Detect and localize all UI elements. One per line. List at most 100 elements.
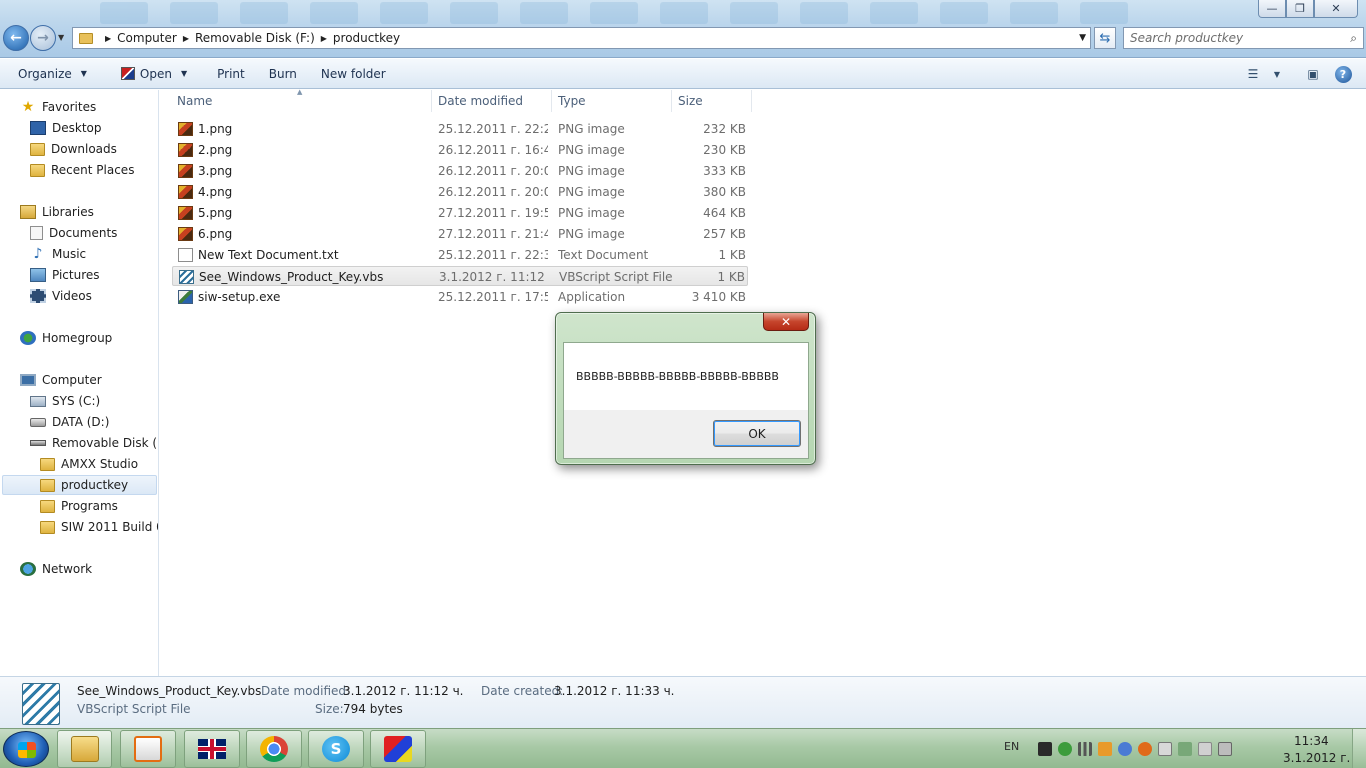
nav-productkey[interactable]: productkey xyxy=(2,475,157,495)
nav-homegroup[interactable]: Homegroup xyxy=(20,328,112,348)
nav-amxx-studio[interactable]: AMXX Studio xyxy=(40,454,138,474)
recent-places-icon xyxy=(30,163,45,177)
file-row[interactable]: 2.png 26.12.2011 г. 16:40... PNG image 230 … xyxy=(172,140,748,160)
dialog-close-button[interactable]: ✕ xyxy=(763,313,809,331)
nav-videos[interactable]: Videos xyxy=(30,286,92,306)
film-strip-icon xyxy=(30,289,46,303)
taskbar-language-app[interactable] xyxy=(184,730,240,768)
nav-computer[interactable]: Computer xyxy=(20,370,102,390)
speed-tray-icon[interactable] xyxy=(1118,742,1132,756)
file-size: 333 KB xyxy=(703,164,746,178)
view-options-dropdown[interactable]: ▼ xyxy=(1268,59,1286,89)
view-tools: ☰ ▼ ▣ ? xyxy=(1238,59,1366,89)
recent-pages-dropdown[interactable]: ▼ xyxy=(58,33,64,42)
nav-music[interactable]: ♪ Music xyxy=(30,244,87,264)
column-name[interactable]: Name xyxy=(160,90,432,112)
preview-pane-button[interactable]: ▣ xyxy=(1298,59,1328,89)
nav-downloads[interactable]: Downloads xyxy=(30,139,117,159)
show-desktop-button[interactable] xyxy=(1352,729,1366,768)
organize-menu[interactable]: Organize ▼ xyxy=(0,59,99,89)
security-check-icon[interactable] xyxy=(1058,742,1072,756)
taskbar-skype[interactable]: S xyxy=(308,730,364,768)
details-modified-value[interactable]: 3.1.2012 г. 11:12 ч. xyxy=(343,684,464,698)
taskbar-explorer[interactable] xyxy=(57,730,112,768)
maximize-button[interactable]: ❐ xyxy=(1286,0,1314,18)
search-input[interactable]: Search productkey ⌕ xyxy=(1123,27,1364,49)
signal-bars-icon[interactable] xyxy=(1078,742,1092,756)
details-filename: See_Windows_Product_Key.vbs xyxy=(77,684,262,698)
new-folder-button[interactable]: New folder xyxy=(309,59,398,89)
column-type[interactable]: Type xyxy=(552,90,672,112)
taskbar-app[interactable] xyxy=(370,730,426,768)
file-row[interactable]: siw-setup.exe 25.12.2011 г. 17:58... Appli… xyxy=(172,287,748,307)
search-icon[interactable]: ⌕ xyxy=(1350,31,1357,46)
refresh-button[interactable]: ⇆ xyxy=(1094,27,1116,49)
file-name: 4.png xyxy=(198,185,233,199)
nav-label: Programs xyxy=(61,499,118,513)
vbs-script-icon xyxy=(22,683,60,725)
start-button[interactable] xyxy=(3,731,49,767)
file-row[interactable]: 3.png 26.12.2011 г. 20:00... PNG image 333 … xyxy=(172,161,748,181)
nav-removable-disk[interactable]: Removable Disk (F:) xyxy=(30,433,158,453)
back-button[interactable]: ← xyxy=(3,25,29,51)
clock-time[interactable]: 11:34 xyxy=(1294,734,1329,748)
nav-label: Recent Places xyxy=(51,163,135,177)
breadcrumb-removable-disk[interactable]: Removable Disk (F:) xyxy=(195,31,315,45)
nav-programs[interactable]: Programs xyxy=(40,496,118,516)
address-bar[interactable]: ▶ Computer ▶ Removable Disk (F:) ▶ produ… xyxy=(72,27,1091,49)
desktop-icon xyxy=(30,121,46,135)
file-name: New Text Document.txt xyxy=(198,248,339,262)
windows-logo-icon xyxy=(18,742,36,758)
nav-siw-2011[interactable]: SIW 2011 Build 070 xyxy=(40,517,158,537)
file-row[interactable]: 4.png 26.12.2011 г. 20:00... PNG image 380 … xyxy=(172,182,748,202)
file-row[interactable]: 6.png 27.12.2011 г. 21:40... PNG image 257 … xyxy=(172,224,748,244)
nav-favorites[interactable]: ★ Favorites xyxy=(20,97,97,117)
forward-button[interactable]: → xyxy=(30,25,56,51)
clock-date[interactable]: 3.1.2012 г. xyxy=(1283,751,1350,765)
file-row-selected[interactable]: See_Windows_Product_Key.vbs 3.1.2012 г. 1… xyxy=(172,266,748,286)
minimize-button[interactable]: — xyxy=(1258,0,1286,18)
column-size[interactable]: Size xyxy=(672,90,752,112)
libraries-icon xyxy=(20,205,36,219)
chevron-right-icon[interactable]: ▶ xyxy=(105,34,111,43)
nav-desktop[interactable]: Desktop xyxy=(30,118,102,138)
breadcrumb-computer[interactable]: Computer xyxy=(117,31,177,45)
file-size: 1 KB xyxy=(717,270,745,284)
change-view-button[interactable]: ☰ xyxy=(1238,59,1268,89)
file-row[interactable]: 1.png 25.12.2011 г. 22:20... PNG image 232 … xyxy=(172,119,748,139)
firefox-tray-icon[interactable] xyxy=(1138,742,1152,756)
nav-pictures[interactable]: Pictures xyxy=(30,265,100,285)
chevron-right-icon[interactable]: ▶ xyxy=(321,34,327,43)
file-row[interactable]: New Text Document.txt 25.12.2011 г. 22:31… xyxy=(172,245,748,265)
taskbar-chrome[interactable] xyxy=(246,730,302,768)
nav-recent-places[interactable]: Recent Places xyxy=(30,160,134,180)
details-created-value[interactable]: 3.1.2012 г. 11:33 ч. xyxy=(554,684,675,698)
file-type: PNG image xyxy=(558,227,625,241)
nav-sys-drive[interactable]: SYS (C:) xyxy=(30,391,100,411)
breadcrumb-productkey[interactable]: productkey xyxy=(333,31,400,45)
language-indicator[interactable]: EN xyxy=(1004,740,1019,753)
monitor-tray-icon[interactable] xyxy=(1038,742,1052,756)
chevron-right-icon[interactable]: ▶ xyxy=(183,34,189,43)
nav-data-drive[interactable]: DATA (D:) xyxy=(30,412,109,432)
nav-documents[interactable]: Documents xyxy=(30,223,117,243)
nav-libraries[interactable]: Libraries xyxy=(20,202,94,222)
wireless-tray-icon[interactable] xyxy=(1178,742,1192,756)
power-icon[interactable] xyxy=(1218,742,1232,756)
ok-button[interactable]: OK xyxy=(713,420,801,447)
file-row[interactable]: 5.png 27.12.2011 г. 19:53... PNG image 464 … xyxy=(172,203,748,223)
taskbar-media-player[interactable] xyxy=(120,730,176,768)
burn-button[interactable]: Burn xyxy=(257,59,309,89)
volume-icon[interactable] xyxy=(1198,742,1212,756)
open-menu[interactable]: Open ▼ xyxy=(99,59,199,89)
close-window-button[interactable]: ✕ xyxy=(1314,0,1358,18)
upload-tray-icon[interactable] xyxy=(1098,742,1112,756)
nav-network[interactable]: Network xyxy=(20,559,92,579)
help-button[interactable]: ? xyxy=(1328,59,1358,89)
chevron-down-icon[interactable]: ▼ xyxy=(1079,33,1086,43)
column-date-modified[interactable]: Date modified xyxy=(432,90,552,112)
action-center-flag-icon[interactable] xyxy=(1158,742,1172,756)
print-button[interactable]: Print xyxy=(199,59,257,89)
file-date: 27.12.2011 г. 21:40... xyxy=(438,227,548,241)
nav-label: Downloads xyxy=(51,142,117,156)
